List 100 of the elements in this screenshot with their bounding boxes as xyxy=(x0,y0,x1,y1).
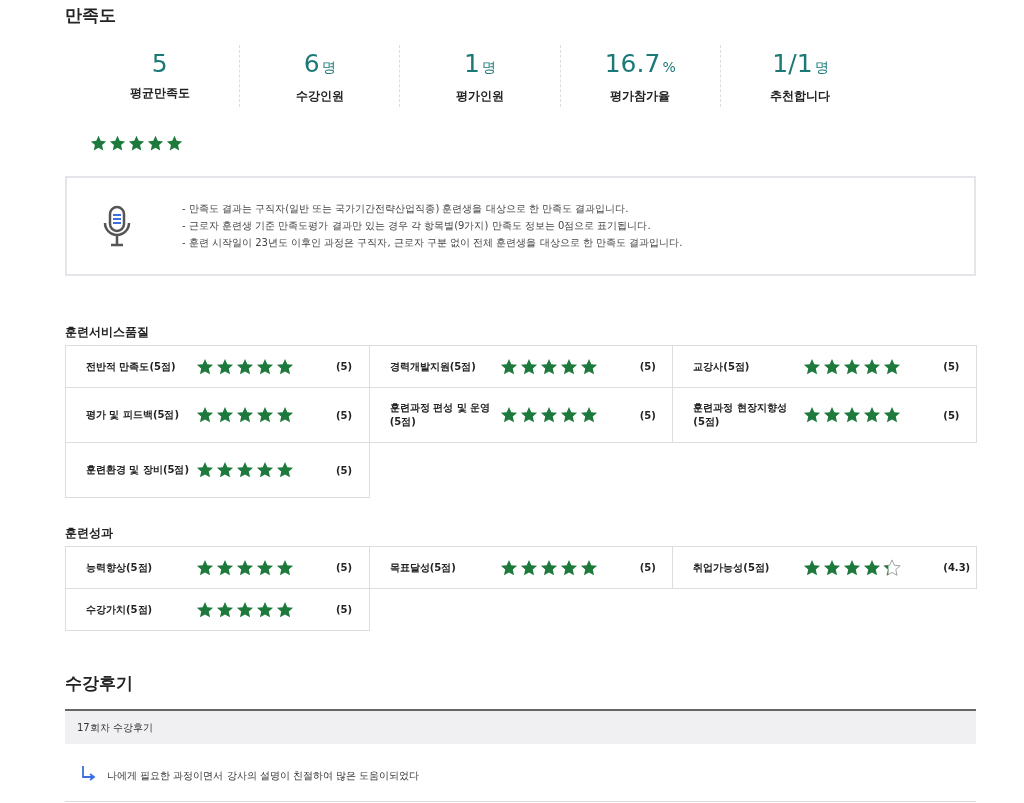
rating-label: 경력개발지원(5점) xyxy=(389,359,477,374)
star-icon xyxy=(823,406,842,424)
star-icon xyxy=(216,461,234,479)
star-icon xyxy=(147,135,164,152)
rating-label: 훈련과정 편성 및 운영(5점) xyxy=(389,401,492,429)
stat-value: 6 명 xyxy=(303,49,336,80)
star-icon xyxy=(559,357,578,376)
star-icon xyxy=(559,406,578,424)
stat-value: 16.7% xyxy=(604,49,676,80)
star-icon xyxy=(128,135,145,152)
stat-label: 추천합니다 xyxy=(770,88,831,105)
star-icon xyxy=(276,406,294,424)
stat-value: 1/1 명 xyxy=(772,49,829,80)
star-icon xyxy=(276,357,294,376)
review-text: 나에게 필요한 과정이면서 강사의 설명이 친절하여 많은 도움이되었다 xyxy=(107,768,420,783)
rating-label: 훈련과정 현장지향성(5점) xyxy=(693,401,788,429)
rating-score: (5) xyxy=(639,361,657,372)
star-icon xyxy=(539,406,558,424)
category-title: 훈련성과 xyxy=(65,525,114,542)
star-icon xyxy=(843,406,862,424)
notice-text: - 근로자 훈련생 기준 만족도평가 결과만 있는 경우 각 항목별(9가지) 만족도 정보는 0점으로 표기됩니다. xyxy=(182,219,652,233)
star-icon xyxy=(216,600,234,619)
star-icon xyxy=(256,461,274,479)
star-icon xyxy=(519,406,538,424)
star-icon xyxy=(256,600,274,619)
rating-score: (5) xyxy=(639,409,657,421)
stat-label: 평균만족도 xyxy=(129,85,190,102)
star-icon xyxy=(519,558,538,577)
star-icon xyxy=(276,461,294,479)
rating-score: (5) xyxy=(639,562,657,573)
category-title: 훈련서비스품질 xyxy=(65,324,150,341)
star-icon xyxy=(276,600,294,619)
star-icon xyxy=(196,600,214,619)
rating-score: (5) xyxy=(336,464,354,476)
star-icon xyxy=(216,406,234,424)
star-icon xyxy=(256,558,274,577)
rating-label: 훈련환경 및 장비(5점) xyxy=(86,463,191,477)
star-icon xyxy=(843,357,862,376)
star-icon xyxy=(579,558,598,577)
star-icon xyxy=(109,135,126,152)
star-icon xyxy=(539,357,558,376)
star-icon xyxy=(236,558,254,577)
star-icon xyxy=(166,135,183,152)
star-icon xyxy=(579,357,598,376)
rating-score: (5) xyxy=(336,604,354,615)
star-icon xyxy=(863,406,882,424)
rating-label: 교강사(5점) xyxy=(693,359,751,374)
star-icon xyxy=(196,461,214,479)
star-icon xyxy=(803,406,822,424)
rating-label: 전반적 만족도(5점) xyxy=(86,359,177,374)
stat-label: 수강인원 xyxy=(295,88,344,105)
star-icon xyxy=(823,357,842,376)
star-icon xyxy=(843,558,862,577)
rating-score: (5) xyxy=(336,361,354,372)
star-icon xyxy=(196,558,214,577)
star-icon xyxy=(579,406,598,424)
rating-label: 취업가능성(5점) xyxy=(693,560,771,575)
star-icon xyxy=(196,406,214,424)
star-icon xyxy=(236,600,254,619)
rating-score: (4.3) xyxy=(943,562,972,573)
rating-label: 능력향상(5점) xyxy=(86,560,154,575)
star-icon xyxy=(236,357,254,376)
rating-score: (5) xyxy=(943,361,961,372)
stat-value: 1 명 xyxy=(464,49,496,80)
star-icon xyxy=(883,406,902,424)
stat-label: 평가인원 xyxy=(456,88,504,105)
star-icon xyxy=(256,406,274,424)
notice-text: - 만족도 결과는 구직자(일반 또는 국가기간전략산업직종) 훈련생을 대상으로 한 만족도 결과입니다. xyxy=(182,202,630,216)
star-icon xyxy=(823,558,842,577)
star-icon xyxy=(236,406,254,424)
rating-label: 목표달성(5점) xyxy=(389,560,457,575)
review-header: 17회차 수강후기 xyxy=(65,709,976,744)
rating-score: (5) xyxy=(336,409,354,421)
star-icon xyxy=(216,558,234,577)
star-icon xyxy=(519,357,538,376)
star-icon xyxy=(256,357,274,376)
rating-label: 평가 및 피드백(5점) xyxy=(86,408,181,422)
star-icon xyxy=(539,558,558,577)
star-icon xyxy=(196,357,214,376)
star-icon xyxy=(863,558,882,577)
star-icon xyxy=(559,558,578,577)
section-title: 수강후기 xyxy=(65,672,134,695)
star-icon xyxy=(216,357,234,376)
rating-score: (5) xyxy=(943,409,961,421)
star-icon xyxy=(499,406,518,424)
star-icon xyxy=(90,135,107,152)
microphone-icon xyxy=(102,205,132,247)
stat-label: 평가참가율 xyxy=(610,88,671,105)
star-icon xyxy=(883,558,902,577)
rating-score: (5) xyxy=(336,562,354,573)
star-icon xyxy=(499,558,518,577)
section-title: 만족도 xyxy=(65,4,117,27)
rating-label: 수강가치(5점) xyxy=(86,602,154,617)
reply-arrow-icon xyxy=(81,764,97,781)
star-icon xyxy=(236,461,254,479)
star-icon xyxy=(883,357,902,376)
star-icon xyxy=(499,357,518,376)
stat-value: 5 xyxy=(151,49,168,79)
star-icon xyxy=(803,357,822,376)
notice-text: - 훈련 시작일이 23년도 이후인 과정은 구직자, 근로자 구분 없이 전체 훈련생을 대상으로 한 만족도 결과입니다. xyxy=(182,236,683,250)
